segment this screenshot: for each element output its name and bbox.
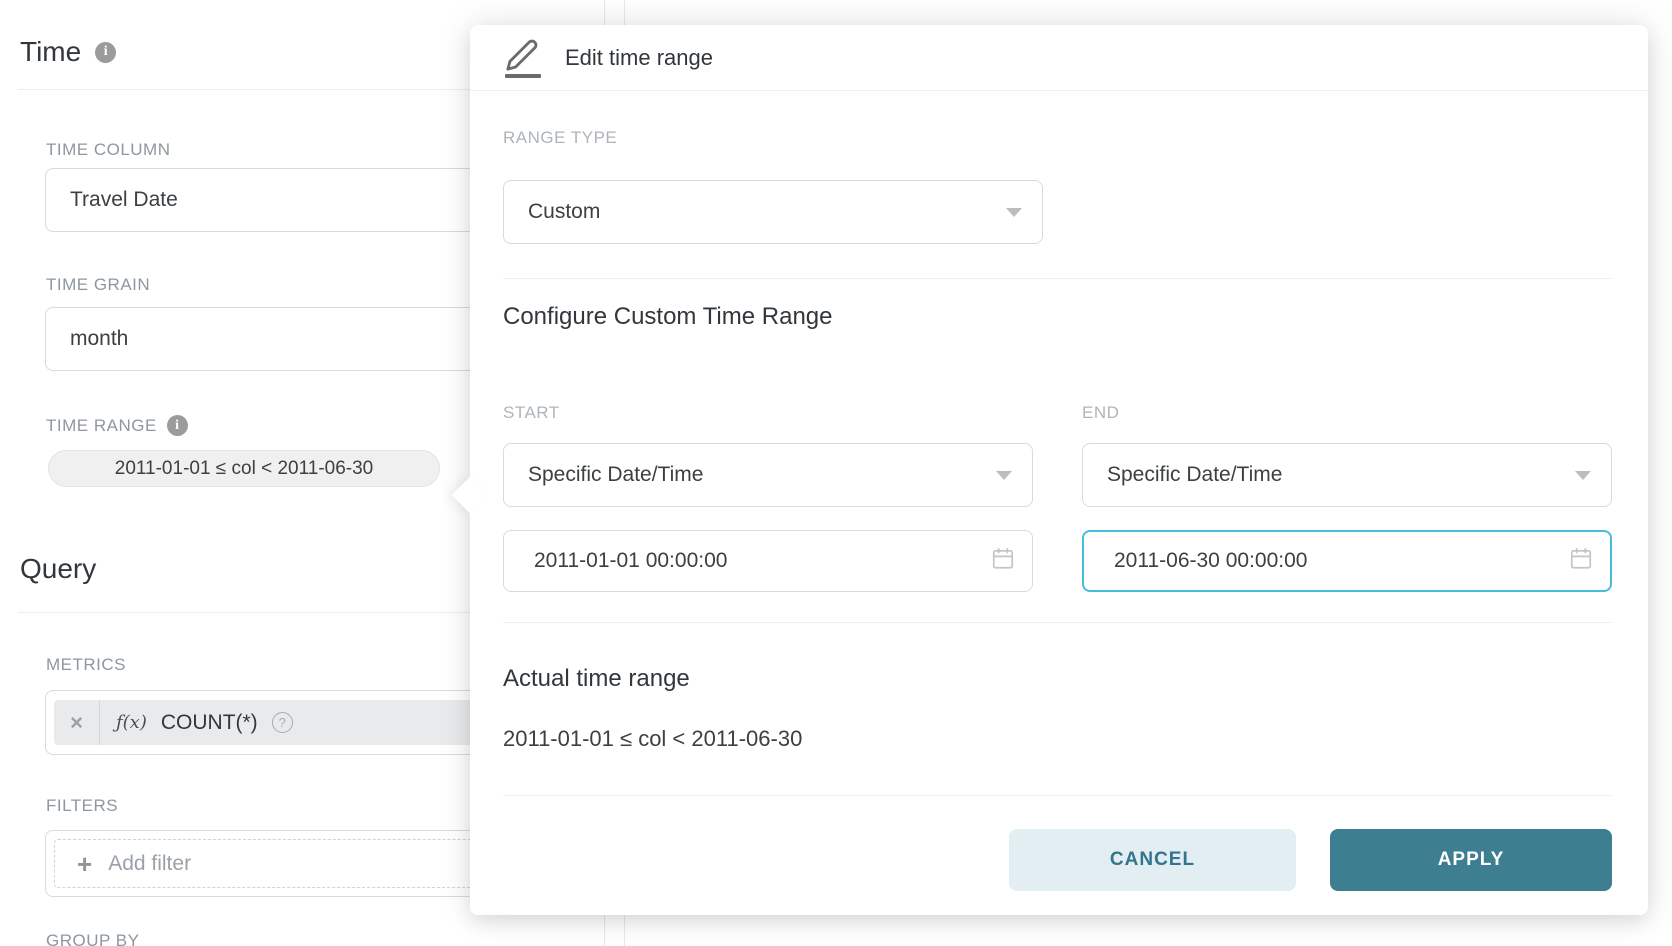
time-column-label: TIME COLUMN bbox=[46, 140, 171, 160]
divider bbox=[503, 795, 1612, 796]
query-section-title: Query bbox=[20, 553, 96, 585]
calendar-icon[interactable] bbox=[990, 546, 1016, 577]
edit-time-range-popover: Edit time range RANGE TYPE Custom Config… bbox=[470, 25, 1648, 915]
metric-name: COUNT(*) bbox=[161, 711, 258, 735]
end-label: END bbox=[1082, 403, 1119, 423]
start-date-input[interactable] bbox=[504, 531, 1032, 591]
time-section-title: Time bbox=[20, 36, 81, 68]
time-range-label-text: TIME RANGE bbox=[46, 416, 157, 436]
start-label: START bbox=[503, 403, 560, 423]
plus-icon: + bbox=[77, 851, 92, 877]
pencil-icon bbox=[505, 38, 543, 78]
end-mode-value: Specific Date/Time bbox=[1107, 463, 1282, 487]
chevron-down-icon bbox=[1575, 471, 1591, 480]
start-mode-select[interactable]: Specific Date/Time bbox=[503, 443, 1033, 507]
info-icon[interactable]: i bbox=[167, 415, 188, 436]
time-section-heading: Time i bbox=[20, 36, 116, 68]
time-range-label: TIME RANGE i bbox=[46, 415, 188, 436]
actual-time-range-heading: Actual time range bbox=[503, 665, 690, 693]
chevron-down-icon bbox=[1006, 208, 1022, 217]
time-grain-value: month bbox=[70, 327, 128, 351]
remove-metric-icon[interactable]: × bbox=[54, 700, 100, 745]
explore-screen: Time i TIME COLUMN Travel Date TIME GRAI… bbox=[0, 0, 1672, 946]
start-mode-value: Specific Date/Time bbox=[528, 463, 703, 487]
time-range-pill-text: 2011-01-01 ≤ col < 2011-06-30 bbox=[115, 458, 374, 480]
range-type-select[interactable]: Custom bbox=[503, 180, 1043, 244]
filters-label: FILTERS bbox=[46, 796, 118, 816]
time-range-pill[interactable]: 2011-01-01 ≤ col < 2011-06-30 bbox=[48, 450, 440, 487]
start-date-input-wrap bbox=[503, 530, 1033, 592]
query-section-heading: Query bbox=[20, 553, 96, 585]
add-filter-label: Add filter bbox=[108, 852, 191, 876]
cancel-button[interactable]: CANCEL bbox=[1009, 829, 1296, 891]
time-column-value: Travel Date bbox=[70, 188, 178, 212]
help-icon[interactable]: ? bbox=[272, 712, 293, 733]
divider bbox=[503, 278, 1612, 279]
range-type-value: Custom bbox=[528, 200, 600, 224]
popover-title: Edit time range bbox=[565, 45, 713, 71]
end-mode-select[interactable]: Specific Date/Time bbox=[1082, 443, 1612, 507]
function-icon: ƒ(x) bbox=[116, 712, 147, 733]
group-by-label: GROUP BY bbox=[46, 931, 139, 946]
apply-button[interactable]: APPLY bbox=[1330, 829, 1612, 891]
chevron-down-icon bbox=[996, 471, 1012, 480]
end-date-input[interactable] bbox=[1084, 532, 1610, 590]
popover-header: Edit time range bbox=[470, 25, 1648, 91]
calendar-icon[interactable] bbox=[1568, 546, 1594, 577]
configure-heading: Configure Custom Time Range bbox=[503, 303, 832, 331]
time-grain-label: TIME GRAIN bbox=[46, 275, 150, 295]
end-date-input-wrap bbox=[1082, 530, 1612, 592]
range-type-label: RANGE TYPE bbox=[503, 128, 617, 148]
metrics-label: METRICS bbox=[46, 655, 126, 675]
actual-time-range-value: 2011-01-01 ≤ col < 2011-06-30 bbox=[503, 726, 802, 752]
info-icon[interactable]: i bbox=[95, 42, 116, 63]
divider bbox=[503, 622, 1612, 623]
